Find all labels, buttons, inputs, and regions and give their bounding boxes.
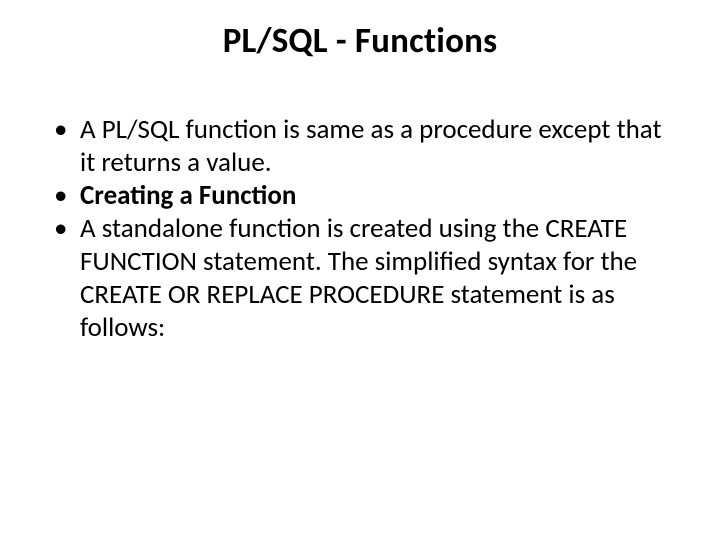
slide-title: PL/SQL - Functions: [46, 20, 674, 62]
bullet-item: Creating a Function: [52, 180, 668, 213]
bullet-text: Creating a Function: [80, 179, 296, 212]
bullet-item: A PL/SQL function is same as a procedure…: [52, 114, 668, 180]
bullet-text: A standalone function is created using t…: [80, 212, 637, 344]
bullet-item: A standalone function is created using t…: [52, 213, 668, 345]
slide: PL/SQL - Functions A PL/SQL function is …: [0, 0, 720, 540]
bullet-text: A PL/SQL function is same as a procedure…: [80, 113, 662, 179]
slide-body: A PL/SQL function is same as a procedure…: [46, 114, 674, 345]
